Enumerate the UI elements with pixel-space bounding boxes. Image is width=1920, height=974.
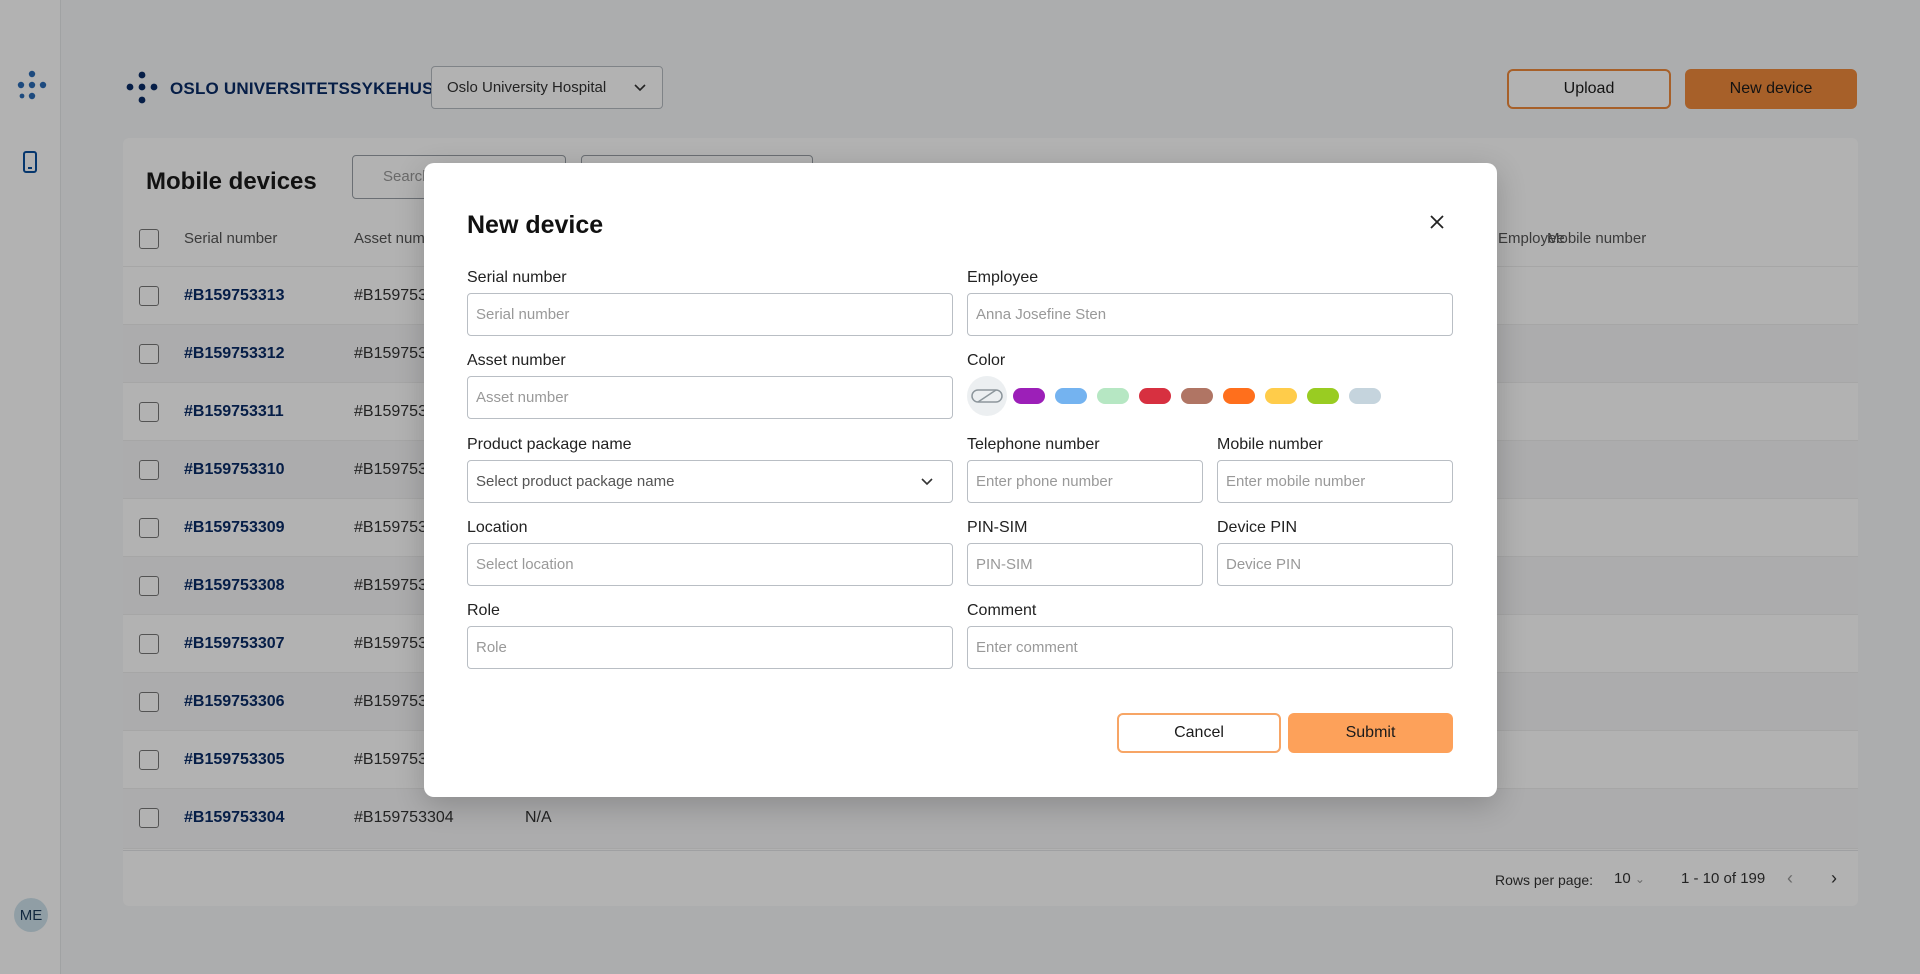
role-input[interactable]: Role bbox=[467, 626, 953, 669]
color-swatch-red[interactable] bbox=[1139, 388, 1171, 404]
role-label: Role bbox=[467, 602, 500, 619]
product-package-label: Product package name bbox=[467, 436, 632, 453]
comment-input[interactable]: Enter comment bbox=[967, 626, 1453, 669]
no-color-swatch[interactable] bbox=[967, 376, 1007, 416]
no-color-icon bbox=[971, 389, 1003, 403]
location-label: Location bbox=[467, 519, 528, 536]
product-package-placeholder: Select product package name bbox=[476, 473, 675, 490]
location-select[interactable]: Select location bbox=[467, 543, 953, 586]
pin-sim-label: PIN-SIM bbox=[967, 519, 1028, 536]
chevron-down-icon bbox=[921, 477, 933, 485]
comment-label: Comment bbox=[967, 602, 1037, 619]
close-icon[interactable] bbox=[1424, 209, 1450, 235]
color-label: Color bbox=[967, 352, 1006, 369]
color-swatch-yellow[interactable] bbox=[1265, 388, 1297, 404]
serial-number-input[interactable]: Serial number bbox=[467, 293, 953, 336]
color-swatch-mint[interactable] bbox=[1097, 388, 1129, 404]
serial-number-label: Serial number bbox=[467, 269, 567, 286]
product-package-select[interactable]: Select product package name bbox=[467, 460, 953, 503]
mobile-number-label: Mobile number bbox=[1217, 436, 1323, 453]
color-swatch-blue[interactable] bbox=[1055, 388, 1087, 404]
color-swatch-green[interactable] bbox=[1307, 388, 1339, 404]
telephone-input[interactable]: Enter phone number bbox=[967, 460, 1203, 503]
pin-sim-input[interactable]: PIN-SIM bbox=[967, 543, 1203, 586]
asset-number-input[interactable]: Asset number bbox=[467, 376, 953, 419]
color-swatch-brown[interactable] bbox=[1181, 388, 1213, 404]
color-swatch-purple[interactable] bbox=[1013, 388, 1045, 404]
color-swatch-gray[interactable] bbox=[1349, 388, 1381, 404]
telephone-label: Telephone number bbox=[967, 436, 1100, 453]
new-device-dialog: New device Serial number Serial number E… bbox=[424, 163, 1497, 797]
color-swatch-orange[interactable] bbox=[1223, 388, 1255, 404]
asset-number-label: Asset number bbox=[467, 352, 566, 369]
device-pin-label: Device PIN bbox=[1217, 519, 1298, 536]
employee-label: Employee bbox=[967, 269, 1039, 286]
mobile-number-input[interactable]: Enter mobile number bbox=[1217, 460, 1453, 503]
dialog-title: New device bbox=[467, 211, 604, 239]
device-pin-input[interactable]: Device PIN bbox=[1217, 543, 1453, 586]
cancel-button[interactable]: Cancel bbox=[1117, 713, 1281, 753]
submit-button[interactable]: Submit bbox=[1288, 713, 1453, 753]
color-picker bbox=[967, 376, 1381, 416]
employee-input[interactable]: Anna Josefine Sten bbox=[967, 293, 1453, 336]
